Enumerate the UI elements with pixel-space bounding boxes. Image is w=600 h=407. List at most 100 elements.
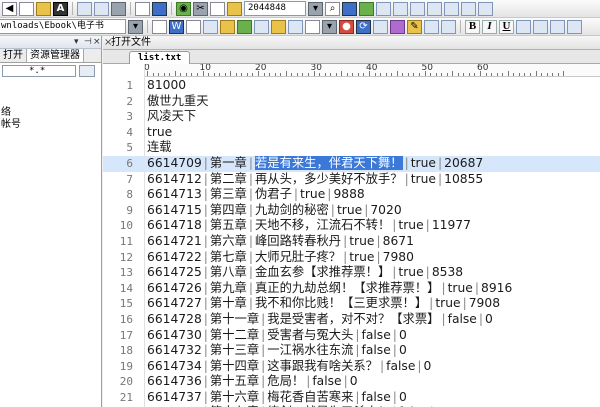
field-value: 一江祸水往东流	[267, 343, 354, 358]
globe-icon[interactable]: ◉	[176, 1, 191, 16]
field-value: 第五章	[209, 218, 247, 233]
line-number: 7	[126, 172, 133, 186]
ruler-tick	[352, 73, 354, 76]
editor-line[interactable]: 8 6614713 | 第三章 | 伪君子 | true | 9888	[103, 187, 600, 203]
pin-icon-2[interactable]: ⊣	[84, 36, 92, 49]
refresh-icon[interactable]: ⟳	[356, 19, 371, 34]
bookmark-icon[interactable]	[271, 19, 286, 34]
grid-icon[interactable]	[288, 19, 303, 34]
filter-button[interactable]	[79, 65, 95, 77]
field-value: 0	[398, 389, 407, 404]
run-icon[interactable]	[359, 1, 374, 16]
align-icon[interactable]	[533, 19, 548, 34]
image-icon[interactable]	[237, 19, 252, 34]
path-dropdown-icon[interactable]: ▾	[128, 19, 143, 34]
ruler-tick	[463, 73, 465, 76]
tree-item[interactable]: 络	[0, 107, 101, 119]
table-icon[interactable]	[254, 19, 269, 34]
editor-line[interactable]: 11 6614721 | 第六章 | 峰回路转春秋丹 | true | 8671	[103, 234, 600, 250]
print-preview-icon[interactable]	[373, 19, 388, 34]
tab-explorer[interactable]: 资源管理器	[27, 49, 84, 62]
pin-icon[interactable]: ▾	[74, 36, 79, 49]
document-icon[interactable]	[77, 1, 92, 16]
window-icon[interactable]	[152, 1, 167, 16]
editor-line[interactable]: 18 6614732 | 第十三章 | 一江祸水往东流 | false | 0	[103, 343, 600, 359]
underline-button[interactable]: U	[499, 19, 514, 34]
nav-back-icon[interactable]: ◀	[2, 1, 17, 16]
browser-icon[interactable]	[186, 19, 201, 34]
path-field[interactable]: wnloads\Ebook\电子书	[0, 19, 126, 34]
blank-icon[interactable]	[152, 19, 167, 34]
text-editor[interactable]: 1 81000 2 傲世九重天 3 风凌天下 4 true 5 连载 6 6614709 | 第一章 | 若是…	[103, 78, 600, 407]
editor-line[interactable]: 21 6614737 | 第十六章 | 梅花香自苦寒来 | false | 0	[103, 390, 600, 406]
ruler-tick	[485, 73, 487, 76]
bold-button[interactable]: B	[465, 19, 480, 34]
editor-line[interactable]: 16 6614728 | 第十一章 | 我是受害者，对不对？【求票】 | false | 0	[103, 312, 600, 328]
ruler-tick	[557, 73, 559, 76]
editor-line[interactable]: 12 6614722 | 第七章 | 大师兄肚子疼？ | true | 7980	[103, 250, 600, 266]
indent-icon[interactable]	[478, 1, 493, 16]
font-icon[interactable]	[441, 19, 456, 34]
tab-list-txt[interactable]: list.txt	[129, 51, 191, 64]
editor-line[interactable]: 2 傲世九重天	[103, 94, 600, 110]
editor-line[interactable]: 7 6614712 | 第二章 | 再从头，多少美好不放手？ | true | 10855	[103, 172, 600, 188]
folder-icon[interactable]	[220, 19, 235, 34]
html-icon[interactable]	[203, 19, 218, 34]
outdent-icon[interactable]	[461, 1, 476, 16]
editor-line[interactable]: 13 6614725 | 第八章 | 金血玄参【求推荐票！】 | true | 8538	[103, 265, 600, 281]
cut-icon[interactable]: ✂	[193, 1, 208, 16]
italic-button[interactable]: I	[482, 19, 497, 34]
search-icon[interactable]: ⌕	[325, 1, 340, 16]
page-icon[interactable]	[94, 1, 109, 16]
editor-line[interactable]: 19 6614734 | 第十四章 | 这事跟我有啥关系？ | false | 0	[103, 359, 600, 375]
wrap-icon[interactable]	[424, 19, 439, 34]
text-icon[interactable]	[305, 19, 320, 34]
field-value: 第九章	[209, 280, 247, 295]
spell-icon[interactable]	[390, 19, 405, 34]
word-icon[interactable]: W	[169, 19, 184, 34]
close-icon[interactable]: ×	[93, 36, 101, 49]
tab-open[interactable]: 打开	[0, 49, 27, 62]
field-value: 真正的九劫总纲！【求推荐票！】	[254, 280, 440, 295]
line-number: 11	[119, 234, 133, 248]
find-icon[interactable]	[342, 1, 357, 16]
editor-line[interactable]: 4 true	[103, 125, 600, 141]
tree-item[interactable]: 帐号	[0, 119, 101, 131]
number-field[interactable]: 2044848	[244, 1, 306, 16]
editor-line[interactable]: 14 6614726 | 第九章 | 真正的九劫总纲！【求推荐票！】 | true | 8916	[103, 281, 600, 297]
copy-icon[interactable]	[210, 1, 225, 16]
align-right-icon[interactable]	[444, 1, 459, 16]
editor-line[interactable]: 17 6614730 | 第十二章 | 受害者与冤大头 | false | 0	[103, 328, 600, 344]
new-file-icon[interactable]	[19, 1, 34, 16]
stop-icon[interactable]: ●	[339, 19, 354, 34]
view-icon[interactable]	[135, 1, 150, 16]
columns-icon[interactable]	[393, 1, 408, 16]
editor-line[interactable]: 3 风凌天下	[103, 109, 600, 125]
align-left-icon[interactable]	[410, 1, 425, 16]
editor-line[interactable]: 20 6614736 | 第十五章 | 危局！ | false | 0	[103, 374, 600, 390]
line-text: 6614722 | 第七章 | 大师兄肚子疼？ | true | 7980	[147, 250, 414, 266]
dropdown-arrow-icon[interactable]: ▾	[308, 1, 323, 16]
font-a-icon[interactable]: A	[53, 1, 68, 16]
text-color-icon[interactable]	[516, 19, 531, 34]
justify-icon[interactable]	[550, 19, 565, 34]
field-value: true	[410, 171, 436, 186]
align-center-icon[interactable]	[427, 1, 442, 16]
line-text: 6614718 | 第五章 | 天地不移，江流石不转！ | true | 11977	[147, 218, 471, 234]
editor-line[interactable]: 9 6614715 | 第四章 | 九劫剑的秘密 | true | 7020	[103, 203, 600, 219]
pencil-icon[interactable]: ✎	[407, 19, 422, 34]
editor-line[interactable]: 1 81000	[103, 78, 600, 94]
field-separator: |	[330, 202, 335, 217]
print-icon[interactable]	[111, 1, 126, 16]
editor-line[interactable]: 15 6614727 | 第十章 | 我不和你比贱！【三更求票！】 | true | 7908	[103, 296, 600, 312]
paste-icon[interactable]	[227, 1, 242, 16]
editor-line[interactable]: 10 6614718 | 第五章 | 天地不移，江流石不转！ | true | 11977	[103, 218, 600, 234]
file-filter-input[interactable]	[2, 65, 76, 77]
editor-line[interactable]: 6 6614709 | 第一章 | 若是有来生，伴君天下舞！ | true | 20687	[103, 155, 600, 172]
field-value: 第七章	[209, 249, 247, 264]
list-bullets-icon[interactable]	[567, 19, 582, 34]
list-icon[interactable]	[376, 1, 391, 16]
open-folder-icon[interactable]	[36, 1, 51, 16]
editor-line[interactable]: 5 连载	[103, 140, 600, 156]
more-icon[interactable]: ▾	[322, 19, 337, 34]
